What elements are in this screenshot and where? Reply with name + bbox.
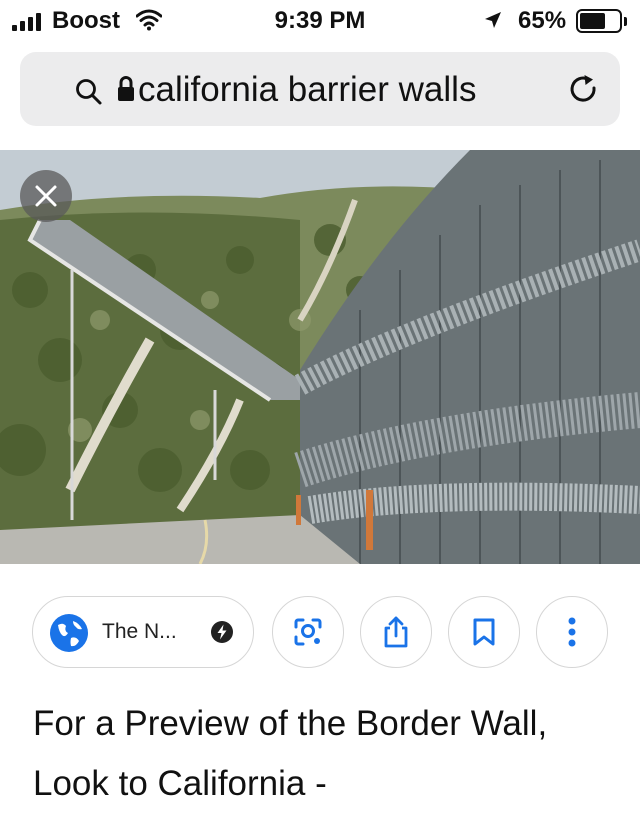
lens-search-icon xyxy=(294,618,322,646)
result-image[interactable] xyxy=(0,150,640,564)
more-options-button[interactable] xyxy=(536,596,608,668)
result-title[interactable]: For a Preview of the Border Wall, Look t… xyxy=(33,694,613,814)
source-site-label: The N... xyxy=(102,620,177,643)
search-icon xyxy=(74,77,104,112)
image-actions: The N... xyxy=(0,596,640,672)
address-bar[interactable]: california barrier walls xyxy=(20,52,620,126)
bookmark-icon xyxy=(473,618,495,646)
close-image-button[interactable] xyxy=(20,170,72,222)
share-icon xyxy=(384,616,408,648)
battery-icon xyxy=(576,9,622,33)
location-arrow-icon xyxy=(483,10,503,35)
status-bar: Boost 9:39 PM 65% xyxy=(0,0,640,42)
lock-icon xyxy=(116,74,136,109)
lens-search-button[interactable] xyxy=(272,596,344,668)
battery-cap xyxy=(624,17,627,26)
search-query-text[interactable]: california barrier walls xyxy=(138,70,476,110)
share-button[interactable] xyxy=(360,596,432,668)
amp-lightning-icon xyxy=(211,621,233,648)
bookmark-button[interactable] xyxy=(448,596,520,668)
close-icon xyxy=(35,185,57,207)
reload-icon[interactable] xyxy=(566,72,602,113)
more-vertical-icon xyxy=(568,617,576,647)
battery-percent: 65% xyxy=(518,7,567,34)
globe-icon xyxy=(49,613,89,658)
source-site-chip[interactable]: The N... xyxy=(32,596,254,668)
